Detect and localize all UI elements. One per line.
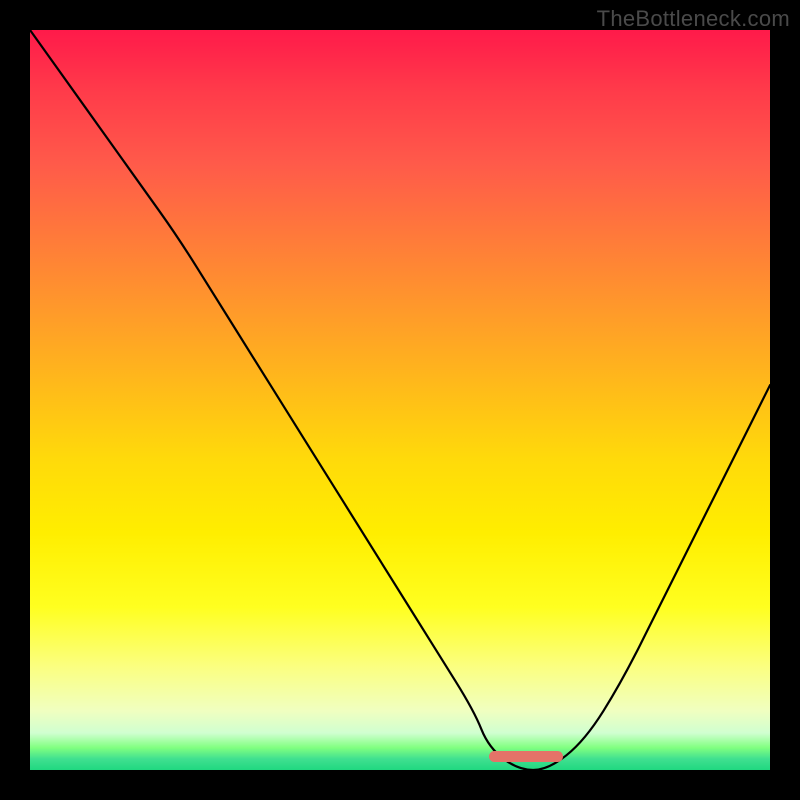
bottleneck-curve-line <box>30 30 770 770</box>
bottleneck-chart: TheBottleneck.com <box>0 0 800 800</box>
watermark-text: TheBottleneck.com <box>597 6 790 32</box>
optimal-range-marker <box>489 751 563 762</box>
plot-area <box>30 30 770 770</box>
curve-svg <box>30 30 770 770</box>
